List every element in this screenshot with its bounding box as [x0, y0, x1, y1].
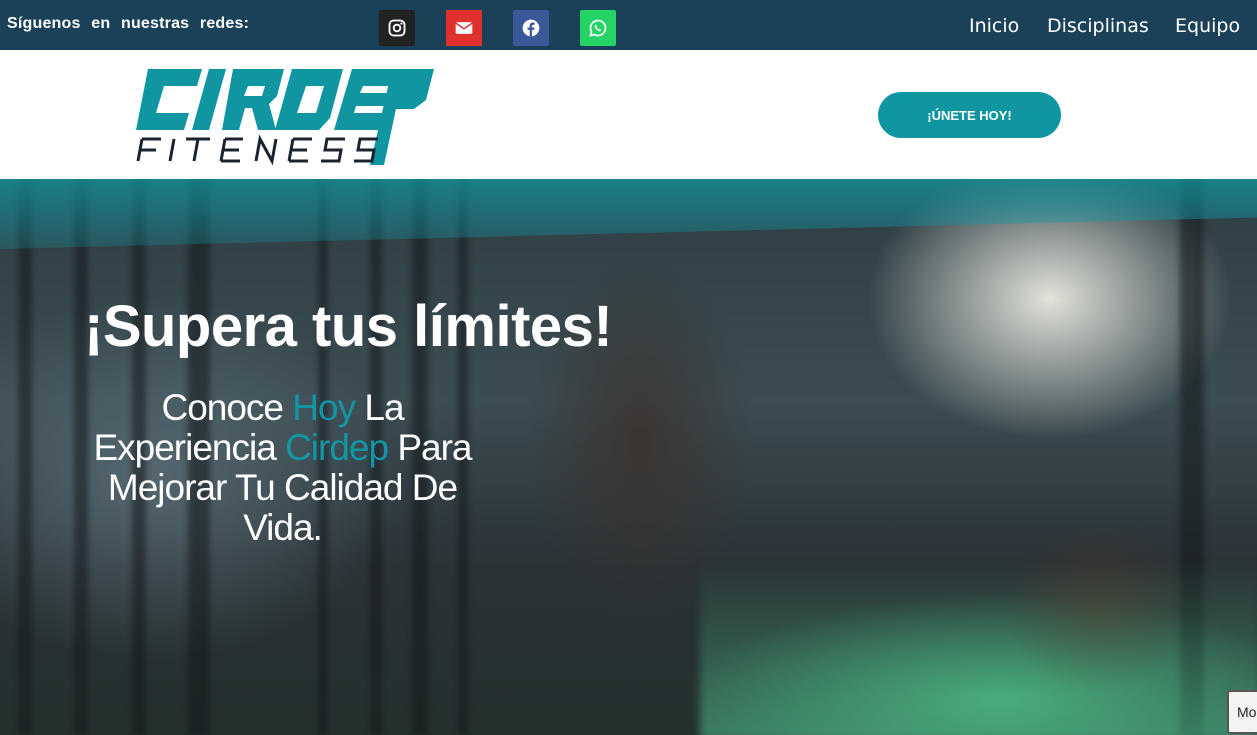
nav-disciplinas[interactable]: Disciplinas [1047, 15, 1149, 37]
floating-corner-button[interactable]: Mo [1227, 690, 1257, 734]
cirdep-fitness-logo[interactable] [134, 66, 434, 166]
nav-equipo[interactable]: Equipo [1175, 15, 1240, 37]
top-bar: Síguenos en nuestras redes: Inicio Disci… [0, 0, 1257, 50]
join-now-button[interactable]: ¡ÚNETE HOY! [878, 92, 1061, 138]
follow-us-text: Síguenos en nuestras redes: [7, 15, 250, 32]
hero-subtext: Conoce Hoy La Experiencia Cirdep Para Me… [93, 387, 472, 548]
highlight-hoy: Hoy [292, 387, 356, 428]
whatsapp-icon [589, 19, 607, 37]
nav-inicio[interactable]: Inicio [969, 15, 1019, 37]
email-icon [455, 22, 473, 34]
email-button[interactable] [446, 10, 482, 46]
highlight-cirdep: Cirdep [285, 427, 389, 468]
hero-headline: ¡Supera tus límites! [84, 294, 613, 359]
facebook-button[interactable] [513, 10, 549, 46]
whatsapp-button[interactable] [580, 10, 616, 46]
instagram-button[interactable] [379, 10, 415, 46]
facebook-icon [522, 19, 540, 37]
instagram-icon [388, 19, 406, 37]
